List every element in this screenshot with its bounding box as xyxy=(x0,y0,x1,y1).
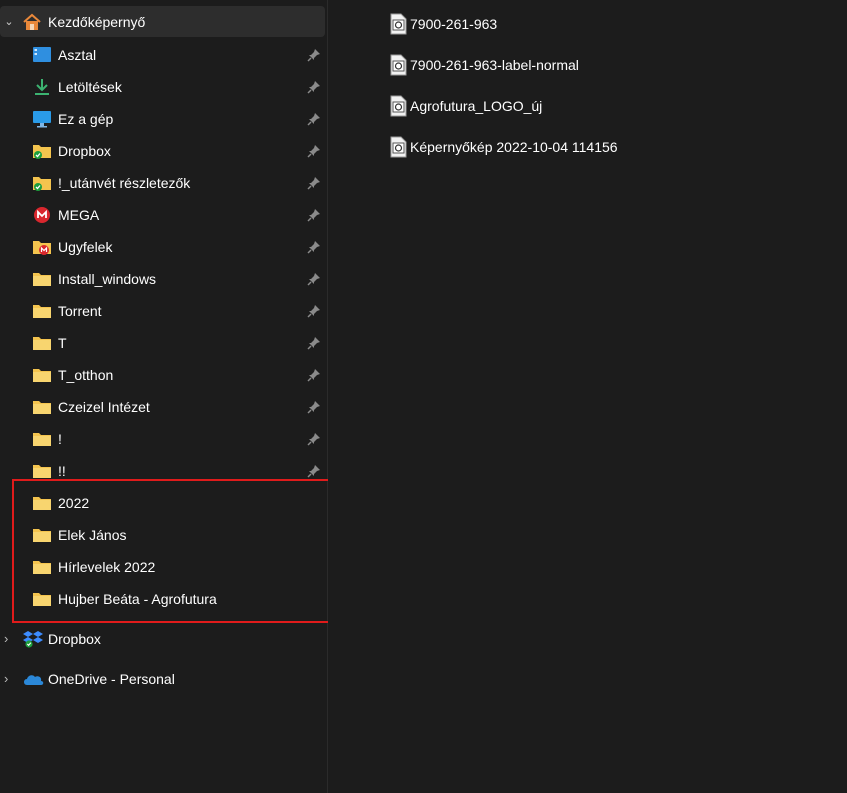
nav-item-label: Hírlevelek 2022 xyxy=(58,559,156,575)
nav-item-letoltesek[interactable]: Letöltések xyxy=(0,71,325,103)
folder-icon xyxy=(32,430,52,448)
file-item[interactable]: Agrofutura_LOGO_új xyxy=(388,94,542,118)
nav-item-label: Hujber Beáta - Agrofutura xyxy=(58,591,217,607)
file-item[interactable]: 7900-261-963-label-normal xyxy=(388,53,579,77)
nav-item-hirlevelek-2022[interactable]: Hírlevelek 2022 xyxy=(0,551,325,583)
nav-item-label: Install_windows xyxy=(58,271,157,287)
nav-item-label: Elek János xyxy=(58,527,127,543)
file-item[interactable]: Képernyőkép 2022-10-04 114156 xyxy=(388,135,618,159)
nav-item-t-otthon[interactable]: T_otthon xyxy=(0,359,325,391)
nav-item-dropbox[interactable]: Dropbox xyxy=(0,135,325,167)
desktop-icon xyxy=(32,46,52,64)
folder-icon xyxy=(32,526,52,544)
nav-item-install-windows[interactable]: Install_windows xyxy=(0,263,325,295)
chevron-down-icon[interactable]: ⌄ xyxy=(2,15,16,28)
file-item[interactable]: 7900-261-963 xyxy=(388,12,497,36)
file-name: 7900-261-963 xyxy=(410,16,498,32)
onedrive-icon xyxy=(22,670,44,688)
nav-item-2022[interactable]: 2022 xyxy=(0,487,325,519)
folder-icon xyxy=(32,398,52,416)
folder-synced-icon xyxy=(32,174,52,192)
file-name: Agrofutura_LOGO_új xyxy=(410,98,543,114)
image-file-icon xyxy=(388,95,408,117)
pin-icon[interactable] xyxy=(307,464,321,478)
nav-root-dropbox[interactable]: › Dropbox xyxy=(0,623,325,655)
pin-icon[interactable] xyxy=(307,208,321,222)
nav-root-label: Dropbox xyxy=(48,631,101,647)
image-file-icon xyxy=(388,136,408,158)
nav-item-label: !! xyxy=(58,463,66,479)
pin-icon[interactable] xyxy=(307,272,321,286)
pin-icon[interactable] xyxy=(307,432,321,446)
folder-mega-icon xyxy=(32,238,52,256)
nav-item-label: Dropbox xyxy=(58,143,111,159)
nav-item-label: Letöltések xyxy=(58,79,122,95)
nav-item-utanvet[interactable]: !_utánvét részletezők xyxy=(0,167,325,199)
chevron-right-icon[interactable]: › xyxy=(4,671,8,686)
nav-item-exclamation[interactable]: ! xyxy=(0,423,325,455)
pin-icon[interactable] xyxy=(307,304,321,318)
nav-item-mega[interactable]: MEGA xyxy=(0,199,325,231)
folder-icon xyxy=(32,590,52,608)
nav-item-label: Czeizel Intézet xyxy=(58,399,150,415)
nav-item-home[interactable]: ⌄ Kezdőképernyő xyxy=(0,6,325,37)
nav-item-label: Torrent xyxy=(58,303,102,319)
nav-item-asztal[interactable]: Asztal xyxy=(0,39,325,71)
pin-icon[interactable] xyxy=(307,240,321,254)
image-file-icon xyxy=(388,13,408,35)
nav-item-ugyfelek[interactable]: Ugyfelek xyxy=(0,231,325,263)
mega-icon xyxy=(32,206,52,224)
pin-icon[interactable] xyxy=(307,80,321,94)
pin-icon[interactable] xyxy=(307,176,321,190)
nav-item-double-exclamation[interactable]: !! xyxy=(0,455,325,487)
nav-item-label: 2022 xyxy=(58,495,90,511)
folder-icon xyxy=(32,558,52,576)
pin-icon[interactable] xyxy=(307,400,321,414)
pin-icon[interactable] xyxy=(307,336,321,350)
nav-item-torrent[interactable]: Torrent xyxy=(0,295,325,327)
nav-item-ez-a-gep[interactable]: Ez a gép xyxy=(0,103,325,135)
nav-item-czeizel[interactable]: Czeizel Intézet xyxy=(0,391,325,423)
nav-item-label: Asztal xyxy=(58,47,97,63)
nav-item-label: Ez a gép xyxy=(58,111,114,127)
folder-icon xyxy=(32,494,52,512)
file-list-pane xyxy=(328,0,847,793)
chevron-right-icon[interactable]: › xyxy=(4,631,8,646)
nav-home-label: Kezdőképernyő xyxy=(48,13,146,30)
folder-icon xyxy=(32,302,52,320)
pin-icon[interactable] xyxy=(307,112,321,126)
folder-icon xyxy=(32,366,52,384)
home-icon xyxy=(22,13,42,31)
nav-item-label: ! xyxy=(58,431,62,447)
nav-item-label: !_utánvét részletezők xyxy=(58,175,191,191)
pin-icon[interactable] xyxy=(307,368,321,382)
nav-item-hujber-beata[interactable]: Hujber Beáta - Agrofutura xyxy=(0,583,325,615)
computer-icon xyxy=(32,110,52,128)
folder-icon xyxy=(32,334,52,352)
download-icon xyxy=(32,78,52,96)
nav-root-onedrive[interactable]: › OneDrive - Personal xyxy=(0,663,325,695)
nav-item-label: T xyxy=(58,335,67,351)
dropbox-icon xyxy=(22,630,44,648)
pin-icon[interactable] xyxy=(307,144,321,158)
folder-synced-icon xyxy=(32,142,52,160)
nav-item-label: Ugyfelek xyxy=(58,239,113,255)
nav-item-elek-janos[interactable]: Elek János xyxy=(0,519,325,551)
file-name: Képernyőkép 2022-10-04 114156 xyxy=(410,139,618,155)
folder-icon xyxy=(32,270,52,288)
image-file-icon xyxy=(388,54,408,76)
nav-item-label: MEGA xyxy=(58,207,100,223)
folder-icon xyxy=(32,462,52,480)
navigation-pane: ⌄ Kezdőképernyő Asztal Letöltések Ez a g… xyxy=(0,0,338,793)
pin-icon[interactable] xyxy=(307,48,321,62)
nav-root-label: OneDrive - Personal xyxy=(48,671,175,687)
nav-item-label: T_otthon xyxy=(58,367,114,383)
file-name: 7900-261-963-label-normal xyxy=(410,57,579,73)
nav-item-t[interactable]: T xyxy=(0,327,325,359)
